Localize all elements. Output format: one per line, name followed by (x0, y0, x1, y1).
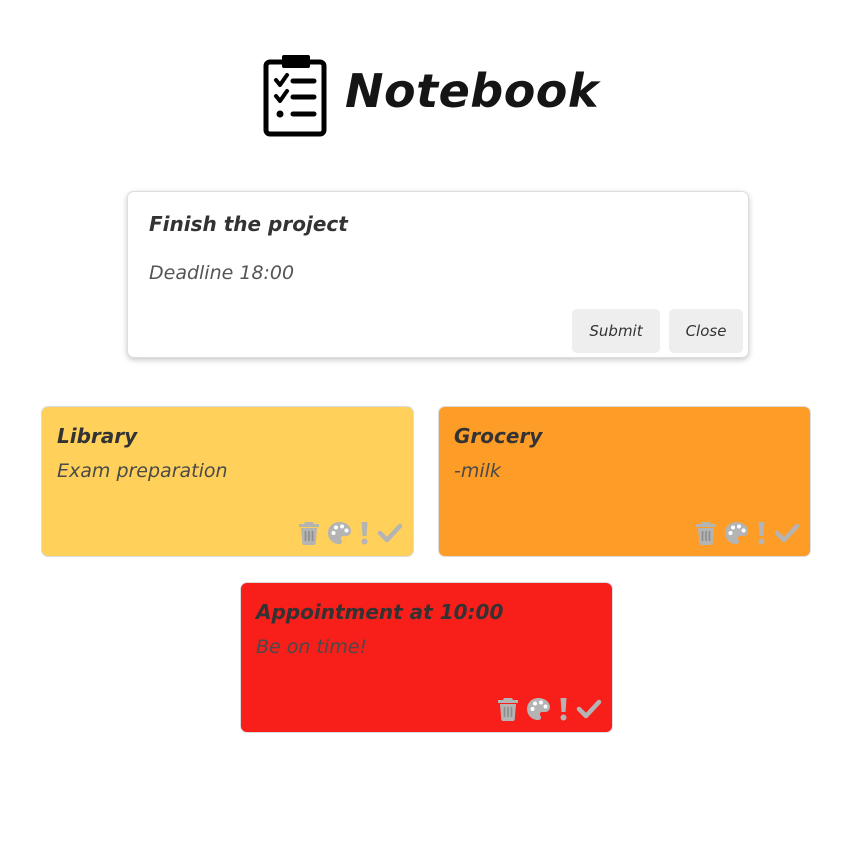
note-actions (299, 521, 403, 545)
note-actions (498, 697, 602, 721)
note-title: Appointment at 10:00 (256, 600, 504, 624)
note-actions (696, 521, 800, 545)
check-icon[interactable] (377, 523, 403, 543)
note-title-input[interactable] (149, 212, 709, 236)
note-card: Library Exam preparation (41, 406, 414, 557)
trash-icon[interactable] (696, 521, 716, 545)
palette-icon[interactable] (327, 521, 352, 545)
note-card: Appointment at 10:00 Be on time! (240, 582, 613, 733)
trash-icon[interactable] (498, 697, 518, 721)
trash-icon[interactable] (299, 521, 319, 545)
check-icon[interactable] (576, 699, 602, 719)
clipboard-checklist-icon (263, 55, 327, 137)
app-title: Notebook (344, 64, 599, 118)
exclamation-icon[interactable] (757, 521, 766, 545)
note-content: -milk (454, 460, 501, 482)
palette-icon[interactable] (526, 697, 551, 721)
note-content: Exam preparation (57, 460, 228, 482)
exclamation-icon[interactable] (559, 697, 568, 721)
exclamation-icon[interactable] (360, 521, 369, 545)
note-card: Grocery -milk (438, 406, 811, 557)
close-button[interactable]: Close (669, 309, 743, 353)
note-title: Library (57, 424, 138, 448)
app-header: Notebook (0, 50, 862, 140)
note-title: Grocery (454, 424, 543, 448)
palette-icon[interactable] (724, 521, 749, 545)
submit-button[interactable]: Submit (572, 309, 660, 353)
note-content-input[interactable]: Deadline 18:00 (149, 262, 709, 292)
note-composer: Deadline 18:00 Submit Close (127, 191, 749, 358)
note-content: Be on time! (256, 636, 368, 658)
check-icon[interactable] (774, 523, 800, 543)
